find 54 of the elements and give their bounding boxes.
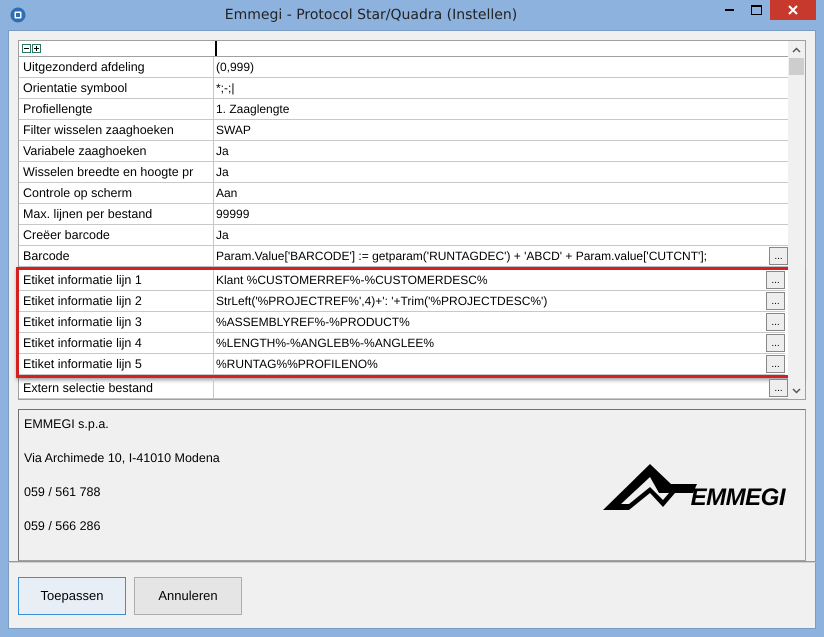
- property-value[interactable]: Ja: [216, 225, 788, 246]
- property-value[interactable]: %ASSEMBLYREF%-%PRODUCT%: [216, 312, 766, 332]
- browse-button[interactable]: ...: [766, 355, 785, 374]
- property-value[interactable]: Aan: [216, 183, 788, 204]
- property-value[interactable]: *;-;|: [216, 78, 788, 98]
- maximize-icon[interactable]: [751, 5, 762, 15]
- property-name: Etiket informatie lijn 5: [19, 354, 214, 374]
- dialog-button[interactable]: Annuleren: [134, 576, 242, 615]
- window-title: Emmegi - Protocol Star/Quadra (Instellen): [224, 7, 518, 24]
- property-name: Extern selectie bestand: [19, 378, 214, 398]
- info-text: 059 / 561 788: [24, 484, 102, 500]
- dialog-button[interactable]: Toepassen: [18, 576, 126, 615]
- browse-button[interactable]: ...: [766, 271, 785, 290]
- info-text: EMMEGI s.p.a.: [24, 416, 110, 432]
- property-value[interactable]: StrLeft('%PROJECTREF%',4)+': '+Trim('%PROJECTDESC%'): [216, 291, 766, 312]
- property-value[interactable]: Param.Value['BARCODE'] := getparam('RUNTAGDEC') + 'ABCD' + Param.value['CUTCNT'];: [216, 246, 769, 266]
- browse-button[interactable]: ...: [769, 247, 788, 266]
- property-value[interactable]: 1. Zaaglengte: [216, 99, 788, 120]
- property-value[interactable]: Ja: [216, 162, 788, 182]
- property-value[interactable]: %RUNTAG%%PROFILENO%: [216, 354, 766, 374]
- property-name: Controle op scherm: [19, 183, 214, 204]
- logo-text: EMMEGI: [690, 485, 785, 512]
- info-text: 059 / 566 286: [24, 518, 102, 534]
- browse-button[interactable]: ...: [766, 334, 785, 352]
- close-icon[interactable]: [788, 5, 798, 15]
- property-name: Barcode: [19, 246, 214, 266]
- property-name: Variabele zaaghoeken: [19, 141, 214, 162]
- property-name: Orientatie symbool: [19, 78, 214, 98]
- info-text: Via Archimede 10, I-41010 Modena: [24, 450, 220, 466]
- property-name: Filter wisselen zaaghoeken: [19, 120, 214, 140]
- property-name: Etiket informatie lijn 3: [19, 312, 214, 332]
- property-value[interactable]: %LENGTH%-%ANGLEB%-%ANGLEE%: [216, 333, 766, 354]
- scroll-thumb[interactable]: [789, 58, 804, 76]
- close-button[interactable]: [770, 0, 816, 20]
- browse-button[interactable]: ...: [769, 379, 788, 398]
- property-name: Uitgezonderd afdeling: [19, 57, 214, 78]
- expand-all-icon[interactable]: [32, 44, 41, 54]
- collapse-all-icon[interactable]: [22, 44, 31, 54]
- property-name: Wisselen breedte en hoogte pr: [19, 162, 214, 182]
- property-name: Etiket informatie lijn 2: [19, 291, 214, 312]
- property-value[interactable]: Klant %CUSTOMERREF%-%CUSTOMERDESC%: [216, 270, 766, 290]
- property-name: Etiket informatie lijn 4: [19, 333, 214, 354]
- vertical-scrollbar[interactable]: [788, 41, 805, 400]
- property-name: Profiellengte: [19, 99, 214, 120]
- property-name: Max. lijnen per bestand: [19, 204, 214, 224]
- property-value[interactable]: 99999: [216, 204, 788, 224]
- property-value[interactable]: SWAP: [216, 120, 788, 140]
- browse-button[interactable]: ...: [766, 292, 785, 310]
- property-value[interactable]: (0,999): [216, 57, 788, 78]
- property-name: Etiket informatie lijn 1: [19, 270, 214, 290]
- property-value[interactable]: Ja: [216, 141, 788, 162]
- property-name: Creëer barcode: [19, 225, 214, 246]
- app-icon: [10, 7, 26, 24]
- browse-button[interactable]: ...: [766, 313, 785, 332]
